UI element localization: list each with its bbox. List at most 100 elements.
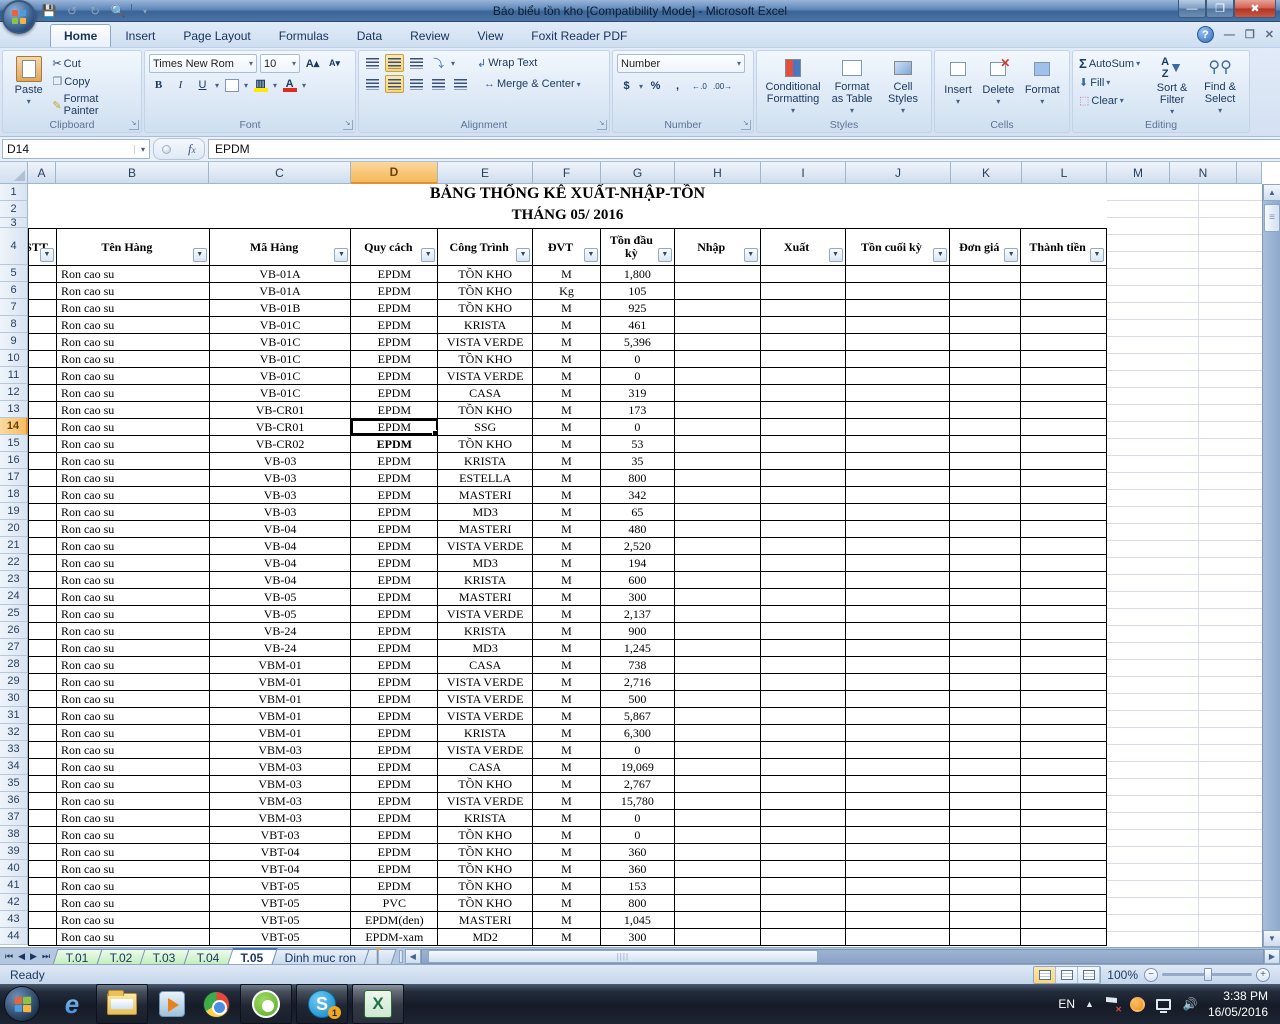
decrease-decimal-icon[interactable]: .00→ (712, 77, 733, 95)
cell[interactable]: M (533, 623, 601, 639)
cell[interactable]: 173 (601, 402, 675, 418)
cell[interactable] (1021, 708, 1106, 724)
cell[interactable]: 2,716 (601, 674, 675, 690)
cell[interactable]: VB-04 (210, 555, 352, 571)
volume-icon[interactable]: 🔊 (1182, 996, 1198, 1012)
close-button[interactable]: ✖ (1234, 0, 1276, 18)
paste-button[interactable]: Paste▾ (7, 54, 50, 118)
cell[interactable] (846, 589, 951, 605)
vertical-scroll-thumb[interactable] (1264, 204, 1280, 232)
cell[interactable] (1021, 606, 1106, 622)
cell[interactable] (761, 623, 846, 639)
cell[interactable] (950, 861, 1021, 877)
sheet-tab-t03[interactable]: T.03 (140, 949, 190, 965)
cell[interactable] (846, 759, 951, 775)
taskbar-button-excel[interactable]: X (352, 984, 404, 1024)
taskbar-button-internet-explorer[interactable]: e (50, 984, 94, 1024)
cell[interactable] (950, 300, 1021, 316)
scroll-up-icon[interactable]: ▲ (1263, 184, 1280, 201)
cell[interactable]: EPDM (351, 436, 438, 452)
font-color-icon[interactable]: A (280, 76, 299, 94)
cell[interactable]: TỒN KHO (438, 861, 533, 877)
percent-style-icon[interactable]: % (646, 77, 665, 95)
cell[interactable]: Ron cao su (57, 470, 210, 486)
ribbon-tab-insert[interactable]: Insert (111, 24, 169, 47)
cell[interactable]: 1,245 (601, 640, 675, 656)
cell[interactable]: Ron cao su (57, 572, 210, 588)
cell[interactable] (950, 742, 1021, 758)
select-all-corner[interactable] (0, 162, 28, 184)
find-select-button[interactable]: ⚲⚲ Find & Select▾ (1198, 54, 1242, 118)
vertical-scrollbar[interactable]: ▲ ▼ (1262, 184, 1280, 947)
cell[interactable] (675, 368, 761, 384)
cell[interactable]: Ron cao su (57, 555, 210, 571)
cell[interactable]: EPDM (351, 844, 438, 860)
cell[interactable]: Ron cao su (57, 776, 210, 792)
sheet-tab-t02[interactable]: T.02 (96, 949, 146, 965)
cell[interactable]: M (533, 793, 601, 809)
sort-filter-button[interactable]: AZ▼ Sort & Filter▾ (1150, 54, 1194, 118)
cell[interactable]: EPDM (351, 470, 438, 486)
cell[interactable] (1021, 436, 1106, 452)
cell[interactable]: Ron cao su (57, 878, 210, 894)
start-button[interactable] (4, 986, 40, 1022)
cell[interactable] (29, 657, 57, 673)
cell[interactable] (761, 810, 846, 826)
zoom-in-icon[interactable]: + (1256, 968, 1270, 982)
row-header-15[interactable]: 15 (0, 435, 28, 452)
cell[interactable]: VB-05 (210, 589, 352, 605)
format-cells-button[interactable]: Format▾ (1021, 54, 1064, 118)
office-button[interactable] (2, 0, 36, 34)
cell[interactable] (761, 793, 846, 809)
top-align-icon[interactable] (363, 54, 382, 72)
cell[interactable]: 2,137 (601, 606, 675, 622)
row-header-19[interactable]: 19 (0, 503, 28, 520)
column-header-G[interactable]: G (601, 162, 675, 184)
cell[interactable] (1021, 504, 1106, 520)
cell[interactable]: EPDM (351, 861, 438, 877)
normal-view-icon[interactable] (1034, 967, 1056, 983)
cell[interactable]: Ron cao su (57, 317, 210, 333)
cell[interactable]: EPDM-xam (351, 929, 438, 945)
cell[interactable]: EPDM (351, 589, 438, 605)
cell[interactable]: EPDM (351, 334, 438, 350)
cell[interactable]: VB-04 (210, 538, 352, 554)
clear-button[interactable]: ⬚Clear▾ (1077, 93, 1142, 108)
font-size-combo[interactable]: 10▾ (260, 54, 300, 73)
cell[interactable] (1021, 895, 1106, 911)
row-header-4[interactable]: 4 (0, 228, 28, 265)
cell[interactable] (846, 861, 951, 877)
cell[interactable] (846, 725, 951, 741)
cell[interactable]: EPDM (351, 810, 438, 826)
cell[interactable]: Ron cao su (57, 657, 210, 673)
sheet-tab-t04[interactable]: T.04 (184, 949, 234, 965)
cell[interactable] (761, 861, 846, 877)
cell[interactable]: EPDM (351, 538, 438, 554)
cell[interactable]: VB-01A (210, 283, 352, 299)
action-center-icon[interactable] (1104, 996, 1120, 1012)
cell[interactable]: M (533, 912, 601, 928)
cell[interactable] (950, 538, 1021, 554)
cell-styles-button[interactable]: Cell Styles▾ (880, 54, 926, 118)
bottom-align-icon[interactable] (407, 54, 426, 72)
page-layout-view-icon[interactable] (1056, 967, 1078, 983)
cell[interactable]: 19,069 (601, 759, 675, 775)
cell[interactable]: Ron cao su (57, 504, 210, 520)
cell[interactable] (1021, 487, 1106, 503)
cell[interactable]: VBT-03 (210, 827, 352, 843)
cell[interactable]: MD3 (438, 555, 533, 571)
cell[interactable] (846, 691, 951, 707)
cell[interactable]: VBM-03 (210, 742, 352, 758)
cell[interactable]: M (533, 470, 601, 486)
workbook-restore-icon[interactable]: ❐ (1245, 28, 1255, 41)
row-header-36[interactable]: 36 (0, 792, 28, 809)
cell[interactable] (846, 929, 951, 945)
cell[interactable]: EPDM (351, 827, 438, 843)
cell[interactable]: EPDM (351, 623, 438, 639)
cell[interactable] (846, 487, 951, 503)
cell[interactable] (950, 793, 1021, 809)
cell[interactable]: Ron cao su (57, 742, 210, 758)
cut-button[interactable]: ✂Cut (50, 56, 137, 71)
filter-dropdown-icon[interactable]: ▼ (584, 248, 598, 262)
cell[interactable]: 153 (601, 878, 675, 894)
